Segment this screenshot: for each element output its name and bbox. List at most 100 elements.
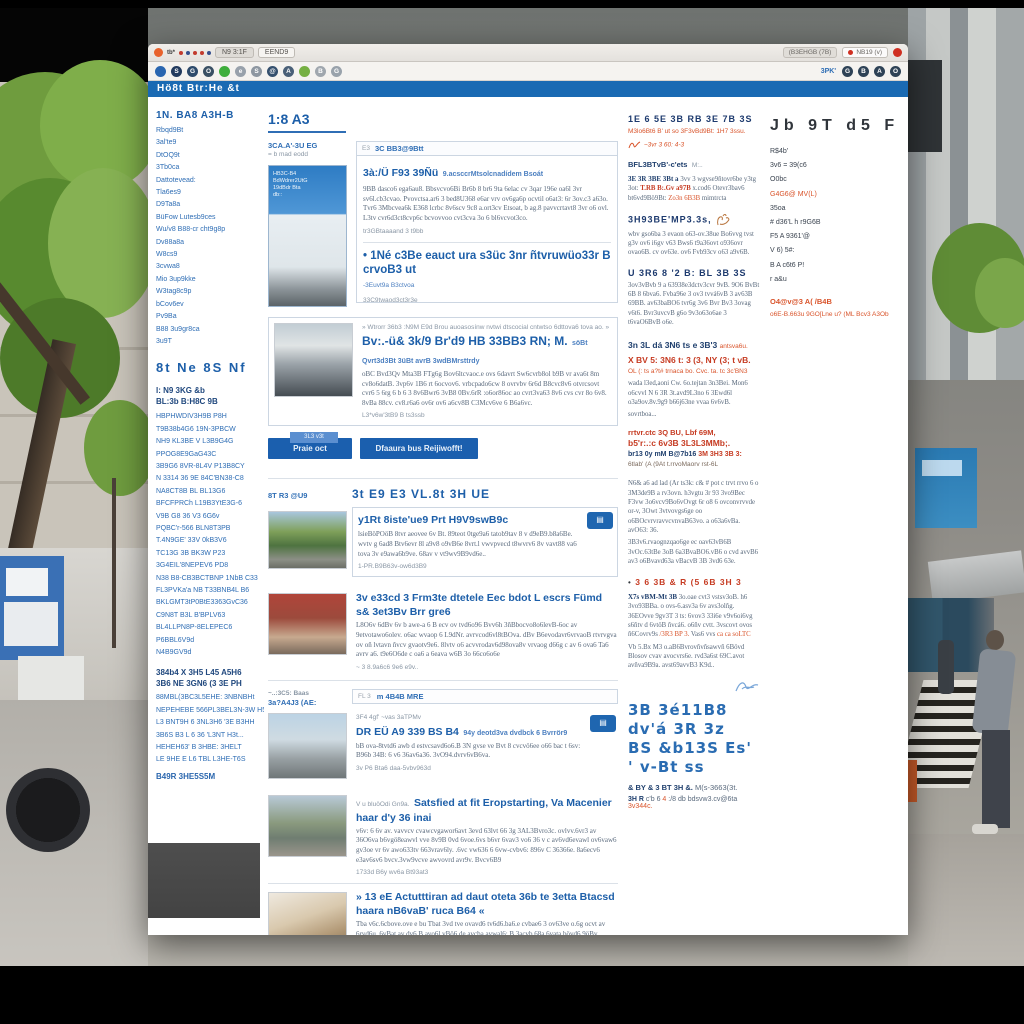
sidebar-link[interactable]: Dv88a8a — [156, 237, 264, 249]
sidebar-link[interactable]: bCov6ev — [156, 299, 264, 311]
account-icon[interactable]: A — [874, 65, 885, 77]
news-headline[interactable]: » 13 eE Actutttiran ad daut oteta 36b te… — [356, 890, 618, 904]
sidebar-link[interactable]: BFCFPRCh L19B3YtE3G-6 — [156, 498, 264, 510]
window-close-button[interactable] — [154, 48, 163, 57]
sidebar-link[interactable]: Pv9Ba — [156, 311, 264, 323]
red-link-line[interactable]: rrtvr.ctc 3Q BU, Lbf 69M, — [628, 427, 760, 438]
button-overlay-tab[interactable]: 3L3 v3t — [290, 432, 338, 444]
toolbar-icon[interactable]: S — [171, 65, 182, 77]
sidebar-link[interactable]: C9N8T B3L B'BPLV63 — [156, 610, 264, 622]
toolbar-icon[interactable]: A — [283, 65, 294, 77]
sidebar-link[interactable]: NH9 KL3BE V L3B9G4G — [156, 436, 264, 448]
news-headline[interactable]: DR EÜ A9 339 BS B4 — [356, 726, 459, 738]
toolbar-icon[interactable] — [155, 65, 166, 77]
sidebar-link[interactable]: NEPEHEBE 566PL3BEL3N-3W H5H — [156, 705, 264, 717]
sidebar-link[interactable]: T9B38b4G6 19N-3PBCW — [156, 424, 264, 436]
sidebar-link[interactable]: 3Tb0ca — [156, 162, 264, 174]
sidebar-link[interactable]: N4B9GV9d — [156, 647, 264, 659]
index-link[interactable]: 3v6 = 39(c6 — [770, 159, 908, 173]
index-link[interactable]: V 6) 5#: — [770, 244, 908, 258]
index-link[interactable]: 35oa — [770, 202, 908, 216]
browser-tab-2[interactable]: EEND9 — [257, 47, 296, 58]
sidebar-link[interactable]: Rbqd9Bt — [156, 125, 264, 137]
article-headline[interactable]: • 1Né c3Be eauct ura s3üc 3nr ñtvruwüo33… — [363, 249, 611, 277]
notification-button[interactable] — [893, 48, 902, 57]
news-headline[interactable]: haar d'y 36 inai — [356, 811, 618, 825]
sidebar-link[interactable]: HBPHWDIV3H9B P8H — [156, 411, 264, 423]
box-header-title[interactable]: 3C BB3@9Btt — [375, 144, 424, 153]
sidebar-link[interactable]: LE 9HE E L6 TBL L3HE-T6S — [156, 754, 264, 766]
index-orange-heading[interactable]: O4@v@3 A( /B4B — [770, 297, 908, 306]
news-thumbnail[interactable] — [268, 511, 347, 570]
sidebar-link[interactable]: DtOQ9t — [156, 150, 264, 162]
browser-tab-1[interactable]: N9 3:1F — [215, 47, 254, 58]
news-thumbnail[interactable] — [268, 593, 347, 656]
news-thumbnail[interactable] — [268, 712, 347, 779]
sidebar-link[interactable]: N 3314 36 9E 84C'BN38-C8 — [156, 473, 264, 485]
sidebar-link[interactable]: 3cvwa8 — [156, 261, 264, 273]
toolbar-icon[interactable] — [219, 65, 230, 77]
sidebar-link[interactable]: Mio 3up9kke — [156, 274, 264, 286]
sidebar-link[interactable]: NA8CT8B BL BL13G6 — [156, 486, 264, 498]
toolbar-icon[interactable]: G — [331, 65, 342, 77]
sidebar-link[interactable]: Wu/v8 B88-cr cht9g8p — [156, 224, 264, 236]
index-link[interactable]: r a&u — [770, 273, 908, 287]
index-link[interactable]: # d36'L h r9G6B — [770, 216, 908, 230]
sidebar-link[interactable]: L3 BNT9H 6 3NL3H6 '3E B3HH — [156, 717, 264, 729]
news-thumbnail[interactable] — [268, 892, 347, 935]
news-thumbnail[interactable] — [268, 794, 347, 857]
sidebar-link[interactable]: FL3PVKa'a NB T33BNB4L B6 — [156, 585, 264, 597]
toolbar-icon[interactable] — [299, 65, 310, 77]
toolbar-more-label[interactable]: 3PK' — [821, 68, 836, 75]
news-headline[interactable]: Bv:.-ü& 3k/9 Br'd9 HB 33BB3 RN; M. — [362, 334, 568, 348]
site-title[interactable]: Hö8t Btr:He &t — [157, 83, 240, 94]
sidebar-link[interactable]: W3tag8c9p — [156, 286, 264, 298]
sidebar-link[interactable]: 3u9T — [156, 336, 264, 348]
sidebar-link[interactable]: HEHEH63' B 3HBE: 3HELT — [156, 742, 264, 754]
sidebar-link[interactable]: 3G4EIL'8NEPEV6 PD8 — [156, 560, 264, 572]
sidebar-link[interactable]: BüFow Lutesb9ces — [156, 212, 264, 224]
sidebar-link[interactable]: BL4LLPN8P-8ELEPEC6 — [156, 622, 264, 634]
sidebar-link[interactable]: W8cs9 — [156, 249, 264, 261]
sidebar-link[interactable]: PQBC'r-566 BLN8T3PB — [156, 523, 264, 535]
index-link[interactable]: F5 A 9361'@ — [770, 230, 908, 244]
red-link-line[interactable]: b5'r:.:c 6v3B 3L3L3MMb;. — [628, 438, 760, 449]
sidebar-link[interactable]: 3al'te9 — [156, 137, 264, 149]
account-icon[interactable]: O — [890, 65, 901, 77]
bullet-red-heading[interactable]: 3 6 3B & R (5 6B 3H 3 — [635, 577, 742, 587]
index-link[interactable]: O0bc — [770, 173, 908, 187]
sidebar-link[interactable]: Tla6es9 — [156, 187, 264, 199]
footer-orange-link[interactable]: 3v344c. — [628, 803, 653, 810]
toolbar-icon[interactable]: S — [251, 65, 262, 77]
news-headline[interactable]: haara nB6vaB' ruca B64 « — [356, 904, 618, 918]
toolbar-icon[interactable]: @ — [267, 65, 278, 77]
index-orange-line[interactable]: o6E-B.663u 9GO[Lne u? (ML Bcv3 A3Ob — [770, 310, 908, 319]
sidebar-link[interactable]: N38 B8-CB3BCTBNP 1NbB C33 — [156, 573, 264, 585]
sidebar-link[interactable]: V9B G8 36 V3 6G6v — [156, 511, 264, 523]
sidebar-link[interactable]: 3B9G6 8VR-8L4V P13B8CY — [156, 461, 264, 473]
index-link[interactable]: R$4b' — [770, 145, 908, 159]
secondary-action-button[interactable]: Dfaaura bus Reijiwofft! — [360, 438, 478, 460]
sidebar-link[interactable]: 3B6S B3 L 6 36 'L3NT H3t... — [156, 730, 264, 742]
session-badge[interactable]: (B3EHGB (7B) — [782, 47, 838, 58]
sidebar-link[interactable]: 88MBL(3BC3L5EHE: 3NBNBHt — [156, 692, 264, 704]
profile-badge[interactable]: NB19 (v) — [842, 47, 888, 58]
toolbar-icon[interactable]: G — [187, 65, 198, 77]
toolbar-icon[interactable]: e — [235, 65, 246, 77]
section-label[interactable]: 3a?A4J3 (AE: — [268, 698, 352, 707]
sidebar-link[interactable]: PPOG8E9GaG43C — [156, 449, 264, 461]
news-headline[interactable]: y1Rt 8iste'ue9 Prt H9V9swB9c — [358, 513, 612, 527]
ad-placeholder[interactable] — [148, 843, 260, 918]
sidebar-link[interactable]: P6BBL6V9d — [156, 635, 264, 647]
article-headline[interactable]: 3à:/Ü F93 39Ñü — [363, 167, 438, 179]
orange-note[interactable]: M3lo6Bt6 B' ut so 3F3vBd9Bt: 1H7 3ssu. — [628, 127, 760, 136]
news-thumbnail[interactable] — [274, 323, 353, 397]
sidebar-link[interactable]: BKLGMT3tP0BtE3363GvC36 — [156, 597, 264, 609]
bookmark-button[interactable]: ▤ — [590, 714, 616, 732]
account-icon[interactable]: B — [858, 65, 869, 77]
news-headline[interactable]: 3v e33cd 3 Frm3te dtetele Eec bdot L esc… — [356, 591, 618, 605]
sidebar-link[interactable]: Dattotevead: — [156, 175, 264, 187]
sidebar-link[interactable]: TC13G 3B BK3W P23 — [156, 548, 264, 560]
sidebar-link[interactable]: D9Ta8a — [156, 199, 264, 211]
bookmark-button[interactable]: ▤ — [587, 512, 613, 530]
